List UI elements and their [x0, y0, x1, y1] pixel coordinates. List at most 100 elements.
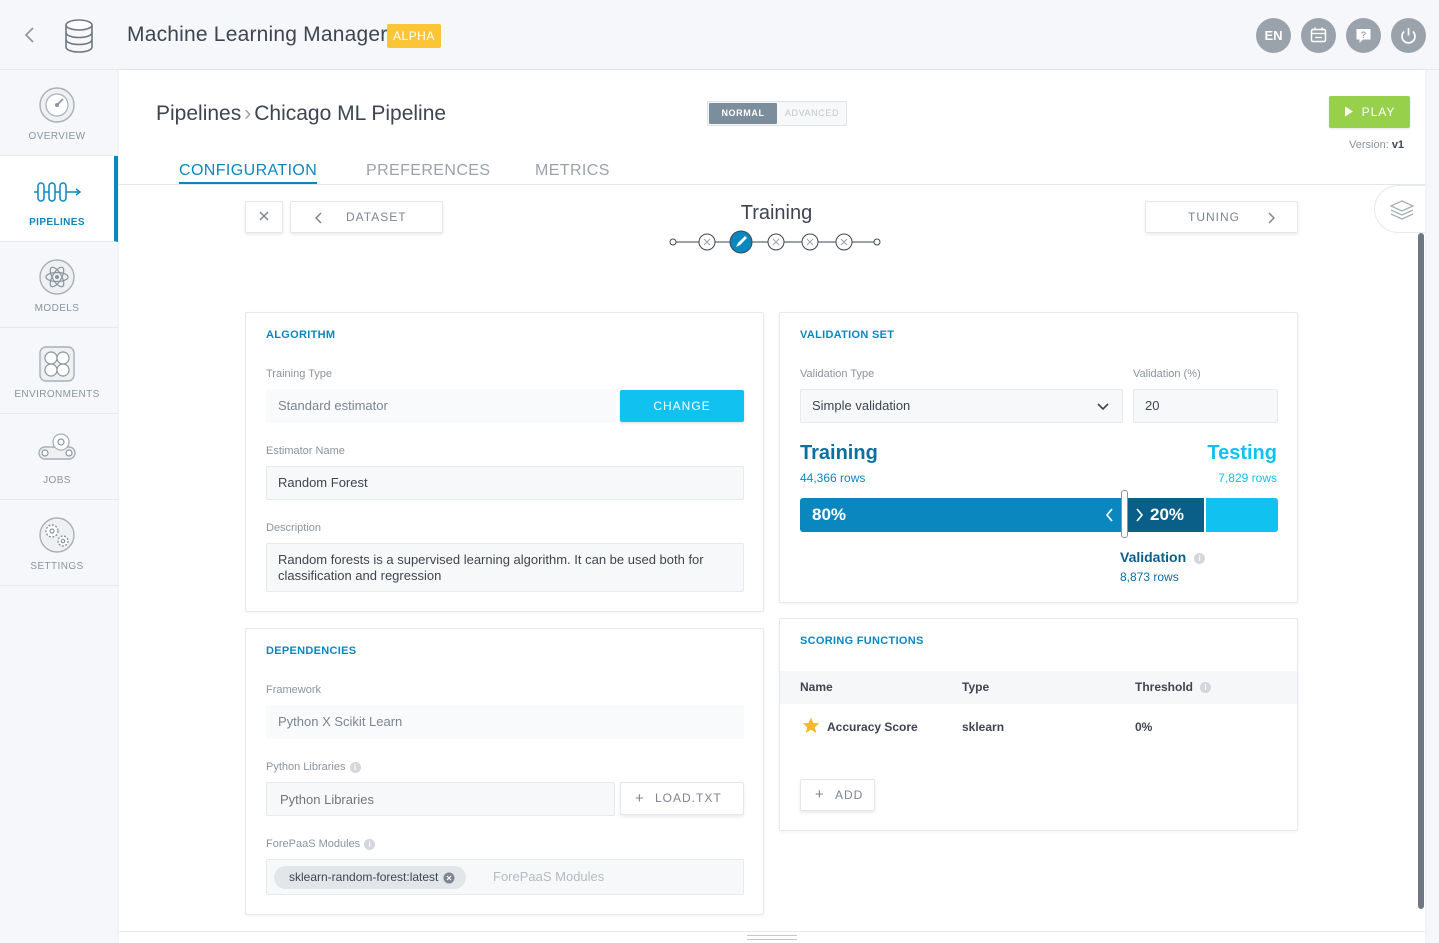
breadcrumb-root[interactable]: Pipelines	[156, 102, 241, 125]
plus-icon: +	[815, 786, 825, 803]
sidebar-item-jobs[interactable]: JOBS	[0, 414, 118, 500]
close-step-button[interactable]	[245, 201, 283, 233]
step-dataset-dot[interactable]	[698, 233, 716, 251]
card-title: DEPENDENCIES	[266, 645, 357, 657]
step-training-dot[interactable]	[729, 230, 753, 254]
tab-metrics[interactable]: METRICS	[535, 162, 610, 180]
breadcrumb-chevron-icon: ›	[244, 102, 252, 125]
prev-step-button[interactable]: DATASET	[290, 201, 443, 233]
sidebar: OVERVIEW PIPELINES MODELS ENVIRONMENTS J…	[0, 70, 118, 590]
tab-preferences[interactable]: PREFERENCES	[366, 162, 490, 180]
card-title: VALIDATION SET	[800, 329, 895, 341]
info-icon[interactable]: i	[1194, 552, 1206, 564]
scoring-type-cell: sklearn	[962, 720, 1005, 734]
step-5-dot[interactable]	[835, 233, 853, 251]
sidebar-item-settings[interactable]: SETTINGS	[0, 500, 118, 586]
testing-segment	[1206, 498, 1278, 532]
module-tag: sklearn-random-forest:latest	[274, 866, 467, 889]
scrollbar[interactable]	[1418, 233, 1424, 909]
forepaas-modules-label: ForePaaS Modules i	[266, 838, 376, 850]
tab-configuration[interactable]: CONFIGURATION	[179, 162, 318, 184]
validation-percent-input[interactable]: 20	[1133, 389, 1278, 423]
sidebar-item-label: ENVIRONMENTS	[14, 389, 100, 400]
help-icon[interactable]: ?	[1346, 18, 1381, 53]
estimator-name-field[interactable]: Random Forest	[266, 466, 744, 500]
mode-normal-button[interactable]: NORMAL	[709, 103, 777, 124]
gears-icon	[37, 516, 77, 556]
framework-field: Python X Scikit Learn	[266, 705, 744, 739]
load-txt-button[interactable]: + LOAD.TXT	[620, 782, 744, 815]
field-label: Description	[266, 522, 322, 534]
drawer-handle[interactable]	[747, 935, 797, 940]
mode-toggle: NORMAL ADVANCED	[707, 101, 847, 126]
next-step-button[interactable]: TUNING	[1145, 201, 1298, 233]
calendar-icon[interactable]	[1301, 18, 1336, 53]
stepper-end-dot	[873, 238, 881, 246]
add-label: ADD	[835, 788, 864, 802]
sidebar-item-overview[interactable]: OVERVIEW	[0, 70, 118, 156]
speedometer-icon	[37, 86, 77, 126]
info-icon[interactable]: i	[349, 761, 361, 773]
mode-advanced-button[interactable]: ADVANCED	[778, 103, 846, 124]
scoring-name-cell: Accuracy Score	[827, 720, 918, 734]
card-title: SCORING FUNCTIONS	[800, 635, 924, 647]
top-bar: Machine Learning Manager ALPHA EN ?	[0, 0, 1439, 70]
language-button[interactable]: EN	[1256, 18, 1291, 53]
training-type-field: Standard estimator	[266, 389, 616, 423]
scoring-threshold-cell: 0%	[1135, 720, 1153, 734]
validation-percent: 20%	[1150, 505, 1185, 524]
stepper-start-dot	[669, 238, 677, 246]
breadcrumb-current: Chicago ML Pipeline	[254, 102, 447, 125]
forepaas-modules-field[interactable]: sklearn-random-forest:latest ForePaaS Mo…	[266, 859, 744, 895]
info-icon[interactable]: i	[1200, 682, 1212, 694]
validation-heading: Validation i	[1120, 549, 1206, 565]
training-percent: 80%	[812, 505, 847, 524]
table-row[interactable]: Accuracy Score sklearn 0%	[780, 707, 1297, 747]
info-icon[interactable]: i	[364, 838, 376, 850]
stepper	[667, 230, 887, 254]
training-segment	[800, 498, 1124, 532]
back-chevron-icon[interactable]	[20, 24, 40, 46]
layers-icon[interactable]	[1374, 185, 1425, 233]
play-button[interactable]: PLAY	[1329, 96, 1410, 128]
validation-set-card: VALIDATION SET Validation Type Simple va…	[779, 312, 1298, 603]
chevron-down-icon	[1097, 403, 1109, 411]
star-icon[interactable]	[802, 717, 820, 734]
sidebar-item-label: MODELS	[34, 303, 80, 314]
play-label: PLAY	[1361, 105, 1396, 119]
add-scoring-button[interactable]: + ADD	[800, 779, 875, 811]
sidebar-item-label: OVERVIEW	[28, 131, 86, 142]
validation-type-select[interactable]: Simple validation	[800, 389, 1123, 423]
field-label: Validation (%)	[1133, 368, 1201, 380]
algorithm-card: ALGORITHM Training Type Standard estimat…	[245, 312, 764, 612]
sidebar-item-models[interactable]: MODELS	[0, 242, 118, 328]
python-libraries-input[interactable]	[266, 782, 615, 816]
split-drag-handle[interactable]	[1121, 490, 1128, 538]
step-tuning-dot[interactable]	[767, 233, 785, 251]
chevron-right-icon	[1136, 508, 1144, 522]
app-title: Machine Learning Manager	[127, 23, 388, 46]
sidebar-item-environments[interactable]: ENVIRONMENTS	[0, 328, 118, 414]
remove-tag-icon[interactable]	[443, 872, 455, 884]
step-4-dot[interactable]	[801, 233, 819, 251]
description-field[interactable]: Random forests is a supervised learning …	[266, 543, 744, 592]
validation-type-value: Simple validation	[812, 398, 911, 413]
split-bar: 80% 20%	[800, 490, 1278, 538]
sidebar-item-label: JOBS	[43, 475, 71, 486]
chevron-left-icon	[315, 212, 322, 224]
field-label: Estimator Name	[266, 445, 345, 457]
svg-text:?: ?	[1361, 30, 1367, 40]
chevron-right-icon	[1268, 212, 1275, 224]
power-icon[interactable]	[1391, 18, 1426, 53]
main-panel: Pipelines › Chicago ML Pipeline NORMAL ADV…	[119, 70, 1425, 943]
tab-bar: CONFIGURATION PREFERENCES METRICS	[119, 150, 1425, 185]
sidebar-item-pipelines[interactable]: PIPELINES	[0, 156, 118, 242]
training-rows: 44,366 rows	[800, 471, 866, 485]
bottom-drawer-bar	[119, 931, 1425, 943]
field-label: Validation Type	[800, 368, 875, 380]
change-button[interactable]: CHANGE	[620, 390, 744, 422]
training-heading: Training	[800, 442, 878, 464]
environment-icon	[37, 344, 77, 384]
modules-placeholder: ForePaaS Modules	[493, 869, 605, 884]
testing-heading: Testing	[1207, 442, 1277, 464]
